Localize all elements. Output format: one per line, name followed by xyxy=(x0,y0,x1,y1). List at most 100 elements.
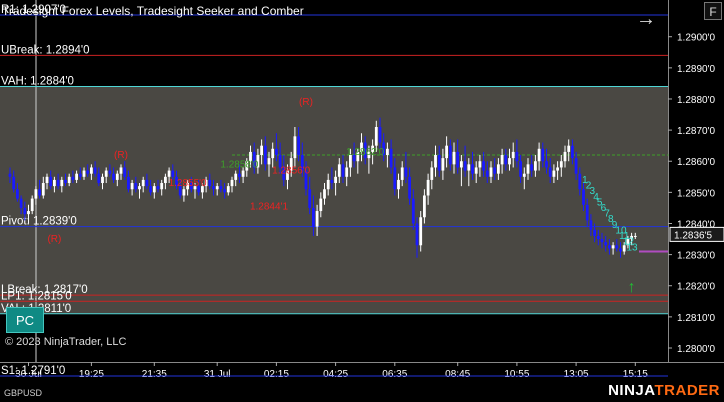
price-tick-label: 1.2800'0 xyxy=(677,344,715,355)
chart-menu-button[interactable]: F xyxy=(704,2,722,20)
candle-body xyxy=(223,189,226,193)
candle-body xyxy=(71,176,75,180)
candle-body xyxy=(219,186,223,190)
candle-body xyxy=(456,151,460,168)
price-tick-label: 1.2850'0 xyxy=(677,188,715,199)
price-tick-label: 1.2880'0 xyxy=(677,95,715,106)
candle-body xyxy=(134,183,138,190)
time-tick-label: 31 Jul xyxy=(204,369,231,380)
candle-body xyxy=(504,155,508,165)
candle-body xyxy=(82,170,86,177)
candle-body xyxy=(230,179,234,187)
candle-body xyxy=(615,245,619,249)
candle-body xyxy=(578,173,582,190)
price-tick-label: 1.2860'0 xyxy=(677,157,715,168)
candle-body xyxy=(108,170,112,174)
candle-body xyxy=(23,207,27,215)
seeker-label: (R) xyxy=(114,150,128,161)
candle-body xyxy=(293,136,297,159)
candle-body xyxy=(312,207,315,227)
candle-body xyxy=(515,151,519,162)
price-tick-label: 1.2890'0 xyxy=(677,64,715,75)
candle-body xyxy=(397,179,400,190)
candle-body xyxy=(526,164,530,174)
candle-body xyxy=(164,176,167,184)
candle-body xyxy=(38,189,41,196)
candle-body xyxy=(308,189,312,208)
seeker-label: 1.2856'0 xyxy=(272,166,310,177)
candle-body xyxy=(160,183,164,190)
candle-body xyxy=(485,170,489,177)
candle-body xyxy=(16,189,19,199)
candle-body xyxy=(408,176,411,199)
candle-body xyxy=(463,161,467,171)
candle-body xyxy=(130,183,134,190)
candle-body xyxy=(423,195,426,218)
comber-up-arrow: ↑ xyxy=(628,279,636,296)
candle-body xyxy=(389,148,393,168)
candle-body xyxy=(600,239,604,243)
instrument-label: GBPUSD xyxy=(4,388,43,398)
candle-body xyxy=(445,145,448,159)
candle-body xyxy=(138,186,141,190)
candle-body xyxy=(430,167,434,180)
candle-body xyxy=(241,170,245,177)
ninjatrader-logo: NINJATRADER xyxy=(608,382,720,399)
candle-body xyxy=(571,145,574,159)
candle-body xyxy=(156,186,160,190)
candle-body xyxy=(334,176,337,184)
candle-body xyxy=(519,161,522,177)
candle-body xyxy=(448,145,452,165)
candle-body xyxy=(67,176,71,184)
candle-body xyxy=(411,198,415,224)
time-tick-label: 06:35 xyxy=(382,369,407,380)
time-tick-label: 21:35 xyxy=(142,369,167,380)
candle-body xyxy=(226,186,230,193)
candle-body xyxy=(119,167,123,174)
candle-body xyxy=(323,189,326,199)
candle-body xyxy=(112,173,115,180)
candle-body xyxy=(127,176,130,190)
time-tick-label: 02:15 xyxy=(264,369,289,380)
candle-body xyxy=(493,167,497,174)
candle-body xyxy=(123,167,127,177)
candle-body xyxy=(238,173,241,177)
candle-body xyxy=(478,161,482,168)
candle-body xyxy=(460,161,463,168)
candle-body xyxy=(419,217,423,246)
candle-body xyxy=(556,167,559,171)
candle-body xyxy=(212,186,215,190)
candle-body xyxy=(297,136,300,156)
candle-body xyxy=(330,179,334,184)
candle-body xyxy=(315,211,319,227)
seeker-label: 1.2858'0 xyxy=(220,159,258,170)
candle-body xyxy=(537,148,541,162)
seeker-label: 1.2855'0 xyxy=(169,178,207,189)
candle-body xyxy=(511,151,515,159)
pc-button[interactable]: PC xyxy=(6,307,44,333)
value-area-panel xyxy=(0,86,668,314)
candle-body xyxy=(49,176,53,187)
candle-body xyxy=(86,170,90,174)
candle-body xyxy=(45,176,49,184)
candle-body xyxy=(567,145,571,152)
price-tick-label: 1.2870'0 xyxy=(677,126,715,137)
candle-body xyxy=(589,220,593,230)
candle-body xyxy=(582,189,585,205)
candle-body xyxy=(604,242,608,246)
candle-body xyxy=(78,173,82,177)
candle-body xyxy=(215,186,219,190)
candle-body xyxy=(386,148,389,156)
candle-body xyxy=(326,179,330,190)
level-label: LP1: 1.2815'0 xyxy=(1,290,72,302)
candle-body xyxy=(497,164,500,174)
price-tick-label: 1.2820'0 xyxy=(677,282,715,293)
candle-body xyxy=(471,164,474,174)
arrow-right-icon[interactable]: → xyxy=(634,8,658,30)
candle-body xyxy=(585,204,589,221)
candle-body xyxy=(27,211,30,215)
candle-body xyxy=(541,148,545,162)
candle-body xyxy=(53,179,56,187)
candle-body xyxy=(374,126,378,146)
brand-part-1: NINJA xyxy=(608,382,655,399)
